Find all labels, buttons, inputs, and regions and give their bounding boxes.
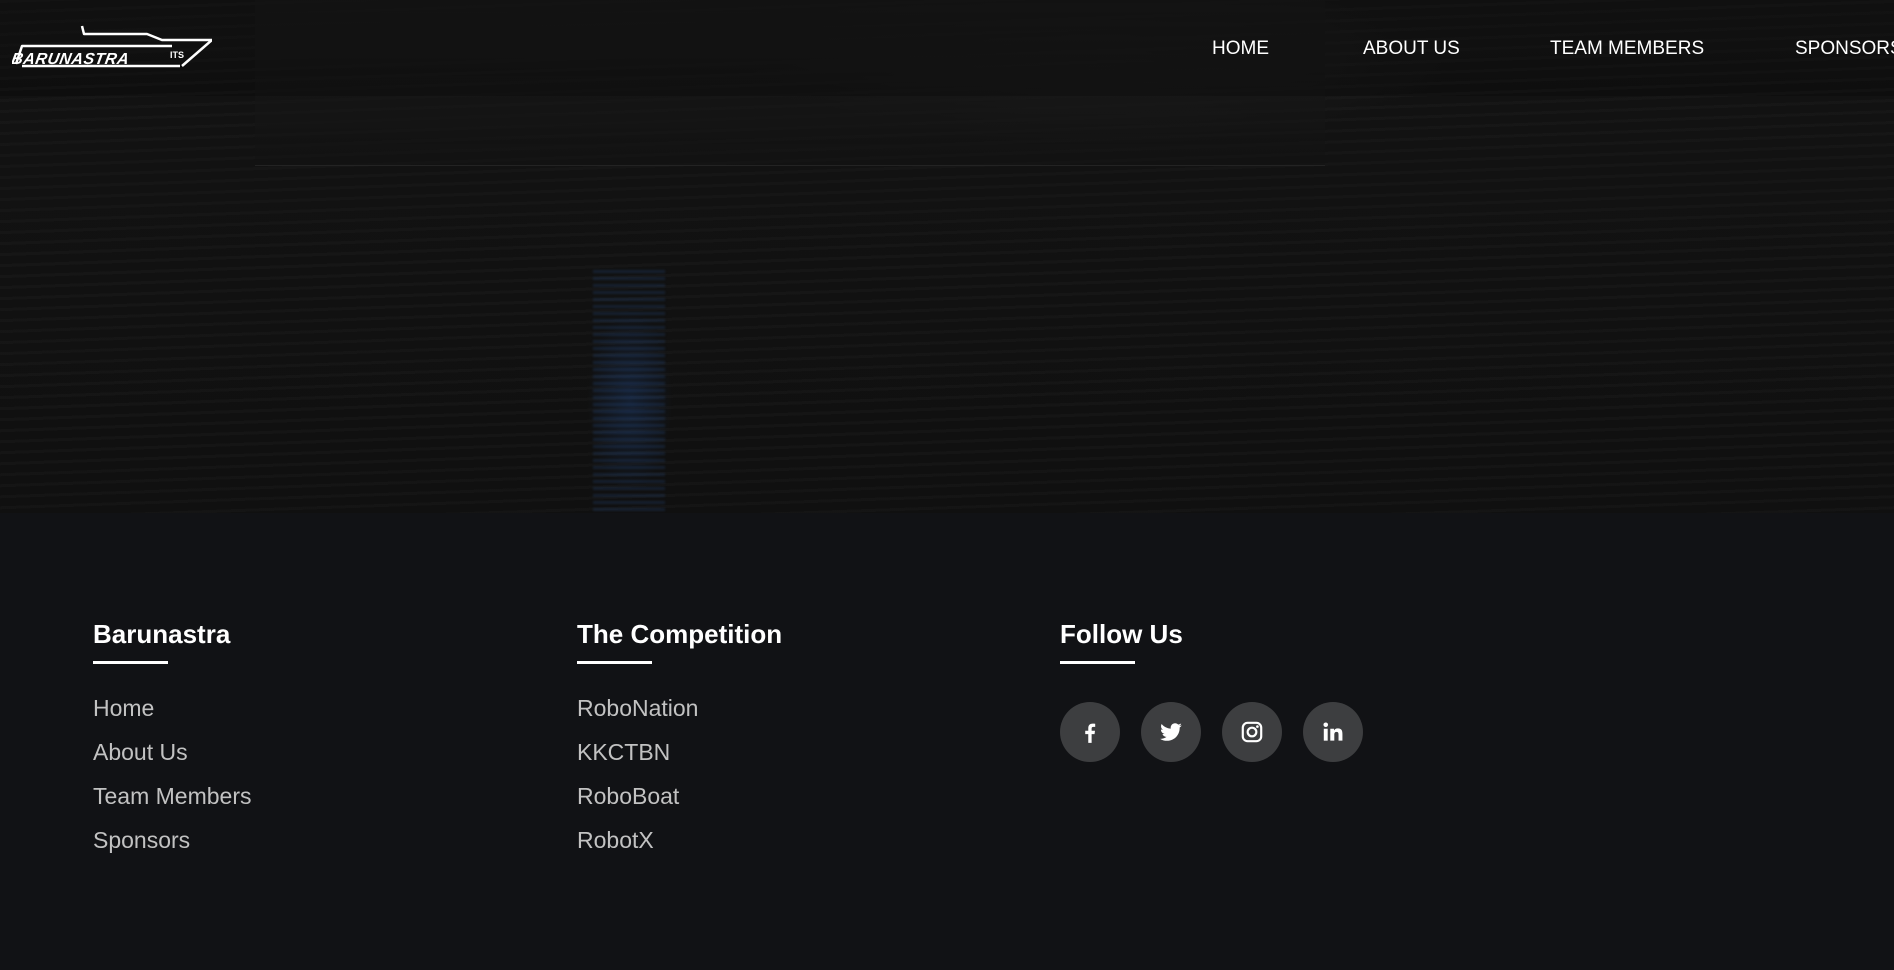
footer-links-competition: RoboNation KKCTBN RoboBoat RobotX: [577, 694, 782, 870]
heading-underline: [577, 661, 652, 664]
list-item: Home: [93, 694, 251, 738]
heading-underline: [93, 661, 168, 664]
footer-heading-barunastra: Barunastra: [93, 619, 231, 649]
instagram-button[interactable]: [1222, 702, 1282, 762]
site-header: BARUNASTRA ITS HOME ABOUT US TEAM MEMBER…: [0, 0, 1894, 96]
list-item: KKCTBN: [577, 738, 782, 782]
list-item: About Us: [93, 738, 251, 782]
twitter-icon: [1160, 723, 1182, 741]
nav-home[interactable]: HOME: [1212, 38, 1269, 60]
linkedin-icon: [1323, 722, 1343, 741]
list-item: RoboBoat: [577, 782, 782, 826]
nav-about-us[interactable]: ABOUT US: [1363, 38, 1460, 60]
list-item: Sponsors: [93, 826, 251, 870]
footer-heading-follow-us: Follow Us: [1060, 619, 1183, 649]
twitter-button[interactable]: [1141, 702, 1201, 762]
footer-link-robonation[interactable]: RoboNation: [577, 695, 698, 721]
footer-column-competition: The Competition RoboNation KKCTBN RoboBo…: [577, 619, 782, 870]
site-footer: Barunastra Home About Us Team Members Sp…: [0, 513, 1894, 970]
linkedin-button[interactable]: [1303, 702, 1363, 762]
social-links: [1060, 702, 1363, 762]
svg-text:ITS: ITS: [170, 50, 184, 60]
footer-link-about-us[interactable]: About Us: [93, 739, 188, 765]
footer-link-roboboat[interactable]: RoboBoat: [577, 783, 679, 809]
barunastra-logo-icon: BARUNASTRA ITS: [10, 25, 214, 68]
heading-underline: [1060, 661, 1135, 664]
footer-column-barunastra: Barunastra Home About Us Team Members Sp…: [93, 619, 251, 870]
nav-team-members[interactable]: TEAM MEMBERS: [1550, 38, 1704, 60]
list-item: RobotX: [577, 826, 782, 870]
facebook-button[interactable]: [1060, 702, 1120, 762]
site-logo[interactable]: BARUNASTRA ITS: [10, 22, 214, 72]
footer-link-team-members[interactable]: Team Members: [93, 783, 251, 809]
instagram-icon: [1241, 721, 1263, 743]
facebook-icon: [1085, 723, 1096, 743]
footer-link-kkctbn[interactable]: KKCTBN: [577, 739, 670, 765]
svg-text:BARUNASTRA: BARUNASTRA: [12, 50, 131, 68]
footer-heading-competition: The Competition: [577, 619, 783, 649]
nav-sponsors[interactable]: SPONSORS: [1795, 38, 1894, 60]
list-item: RoboNation: [577, 694, 782, 738]
hero-water-reflection: [593, 270, 665, 513]
footer-links-barunastra: Home About Us Team Members Sponsors: [93, 694, 251, 870]
list-item: Team Members: [93, 782, 251, 826]
footer-link-robotx[interactable]: RobotX: [577, 827, 654, 853]
footer-link-home[interactable]: Home: [93, 695, 154, 721]
footer-column-follow-us: Follow Us: [1060, 619, 1363, 762]
footer-link-sponsors[interactable]: Sponsors: [93, 827, 190, 853]
